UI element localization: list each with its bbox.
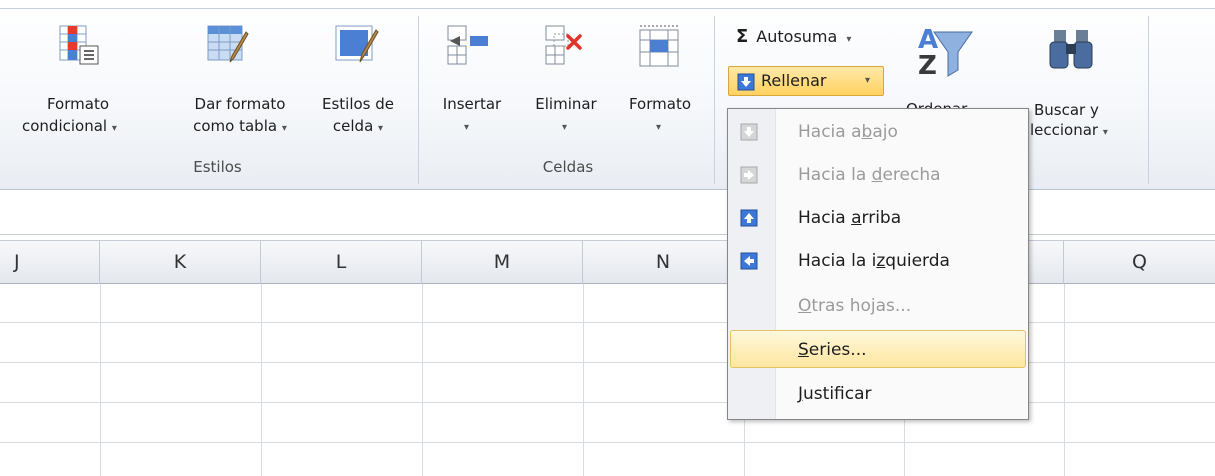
find-select-label-1: Buscar y: [1034, 101, 1099, 119]
format-as-table-button[interactable]: Dar formato como tabla ▾: [170, 20, 310, 160]
row-line: [0, 402, 1215, 403]
sort-filter-icon[interactable]: A Z: [916, 24, 976, 80]
column-line: [261, 284, 262, 476]
menu-item-label: Justificar: [798, 384, 872, 404]
menu-item-label: Hacia la izquierda: [798, 251, 950, 271]
column-header-q[interactable]: Q: [1064, 241, 1215, 284]
fill-button[interactable]: Rellenar ▾: [728, 66, 884, 96]
chevron-down-icon: ▾: [562, 122, 568, 133]
fill-dropdown-menu: Hacia abajo Hacia la derecha Hacia arrib…: [727, 108, 1029, 420]
chevron-down-icon: ▾: [111, 123, 117, 134]
format-as-table-label-1: Dar formato: [194, 95, 286, 113]
ribbon-top-border: [0, 8, 1215, 9]
format-as-table-label-2: como tabla: [193, 117, 278, 135]
chevron-down-icon: ▾: [464, 122, 470, 133]
find-select-button[interactable]: Buscar y leccionar ▾: [1030, 100, 1150, 143]
menu-item-label: Hacia abajo: [798, 122, 898, 142]
menu-item-other-sheets[interactable]: Otras hojas...: [730, 287, 1026, 325]
fill-up-icon: [740, 209, 758, 227]
formula-bar[interactable]: [0, 190, 1215, 235]
autosum-label: Autosuma: [756, 27, 838, 46]
delete-cells-icon: [545, 25, 582, 65]
format-as-table-icon: [207, 25, 249, 63]
group-separator: [1148, 16, 1149, 184]
delete-cells-label: Eliminar: [535, 95, 597, 113]
group-label-celdas: Celdas: [542, 158, 594, 176]
autosum-button[interactable]: Σ Autosuma ▾: [736, 26, 851, 52]
column-line: [1064, 284, 1065, 476]
cell-styles-button[interactable]: Estilos de celda ▾: [306, 20, 410, 160]
fill-down-icon: [740, 123, 758, 141]
format-cells-label: Formato: [628, 95, 692, 113]
menu-item-label: Otras hojas...: [798, 296, 912, 316]
conditional-format-label-1: Formato: [46, 95, 110, 113]
cell-styles-label-2: celda: [332, 117, 374, 135]
menu-item-justify[interactable]: Justificar: [730, 375, 1026, 413]
chevron-down-icon: ▾: [281, 123, 287, 134]
group-label-estilos: Estilos: [193, 158, 242, 176]
svg-text:Z: Z: [918, 51, 937, 80]
group-separator: [418, 16, 419, 184]
chevron-down-icon: ▾: [1102, 127, 1108, 138]
format-cells-button[interactable]: Formato ▾: [616, 20, 704, 150]
conditional-format-label-2: condicional: [22, 117, 108, 135]
group-separator: [714, 16, 715, 184]
insert-cells-button[interactable]: Insertar ▾: [424, 20, 520, 150]
column-header-k[interactable]: K: [100, 241, 261, 284]
find-select-label-2: leccionar: [1030, 121, 1099, 139]
column-line: [583, 284, 584, 476]
fill-right-icon: [740, 166, 758, 184]
column-header-m[interactable]: M: [422, 241, 583, 284]
ribbon: Formato condicional ▾ Dar formato como t…: [0, 0, 1215, 190]
menu-item-fill-up[interactable]: Hacia arriba: [730, 199, 1026, 237]
format-cells-icon: [639, 25, 679, 67]
menu-item-label: Hacia la derecha: [798, 165, 941, 185]
fill-label: Rellenar: [761, 71, 827, 90]
row-line: [0, 362, 1215, 363]
fill-down-icon: [737, 73, 755, 91]
column-line: [422, 284, 423, 476]
menu-item-label: Hacia arriba: [798, 208, 902, 228]
conditional-format-button[interactable]: Formato condicional ▾: [22, 20, 162, 160]
chevron-down-icon: ▾: [656, 122, 662, 133]
column-line: [100, 284, 101, 476]
menu-item-fill-down[interactable]: Hacia abajo: [730, 113, 1026, 151]
cell-styles-icon: [335, 25, 379, 63]
menu-item-fill-right[interactable]: Hacia la derecha: [730, 156, 1026, 194]
chevron-down-icon: ▾: [846, 34, 852, 45]
insert-cells-label: Insertar: [442, 95, 502, 113]
column-headers: J K L M N O P Q: [0, 240, 1215, 284]
column-header-j[interactable]: J: [0, 241, 100, 284]
conditional-format-icon: [59, 25, 99, 65]
row-line: [0, 442, 1215, 443]
chevron-down-icon: ▾: [378, 123, 384, 134]
column-header-l[interactable]: L: [261, 241, 422, 284]
chevron-down-icon: ▾: [865, 75, 871, 86]
fill-left-icon: [740, 252, 758, 270]
column-header-n[interactable]: N: [583, 241, 744, 284]
row-line: [0, 322, 1215, 323]
menu-item-label: Series...: [798, 340, 867, 360]
cell-styles-label-1: Estilos de: [321, 95, 395, 113]
binoculars-icon[interactable]: [1048, 24, 1094, 72]
delete-cells-button[interactable]: Eliminar ▾: [518, 20, 614, 150]
worksheet-grid[interactable]: [0, 284, 1215, 476]
sigma-icon: Σ: [736, 26, 749, 47]
insert-cells-icon: [447, 25, 488, 65]
menu-item-fill-left[interactable]: Hacia la izquierda: [730, 242, 1026, 280]
menu-item-series[interactable]: Series...: [730, 330, 1026, 368]
